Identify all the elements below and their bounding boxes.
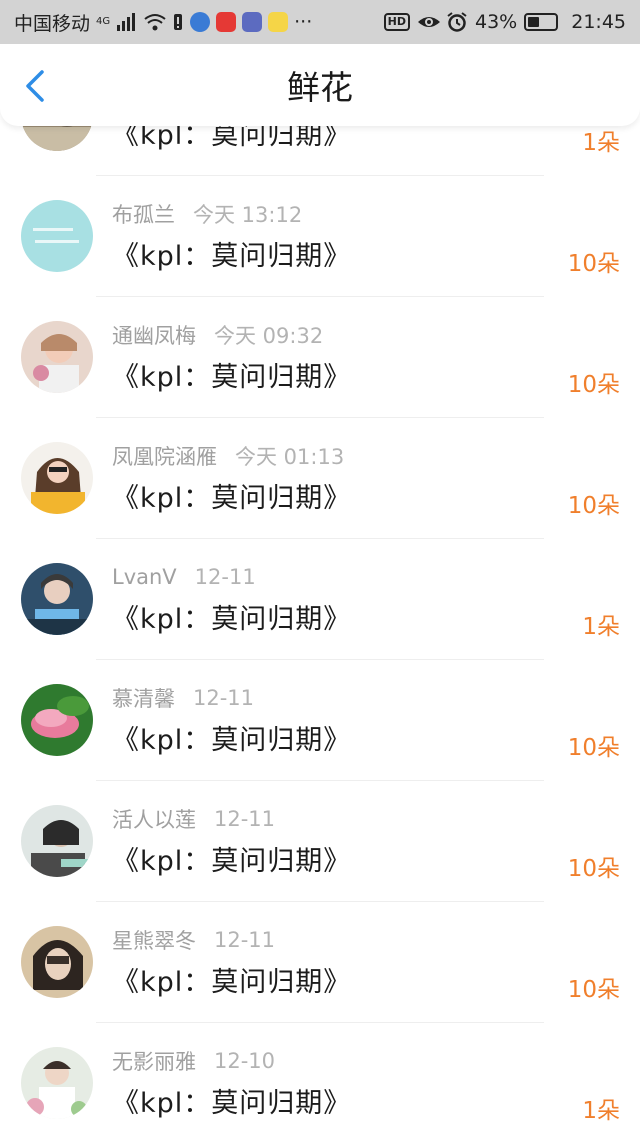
gift-title: 《kpl：莫问归期》 <box>112 241 352 272</box>
list-item[interactable]: 慕清馨 12-11 《kpl：莫问归期》 10朵 <box>0 660 640 781</box>
meta-line: LvanV 12-11 <box>112 561 256 593</box>
timestamp: 今天 01:13 <box>235 445 345 469</box>
meta-line: 凤凰院涵雁 今天 01:13 <box>112 440 344 472</box>
list-item[interactable]: LvanV 12-11 《kpl：莫问归期》 1朵 <box>0 539 640 660</box>
avatar[interactable] <box>21 200 93 272</box>
school-app-icon <box>242 12 263 32</box>
user-name[interactable]: 通幽凤梅 <box>112 320 196 350</box>
timestamp: 12-10 <box>214 1049 276 1073</box>
hd-badge: HD <box>383 13 410 31</box>
user-name[interactable]: 星熊翠冬 <box>112 925 196 955</box>
battery-percent: 43% <box>475 11 518 33</box>
alarm-icon <box>446 12 468 32</box>
timestamp: 12-11 <box>193 686 255 710</box>
list-item[interactable]: 布孤兰 今天 13:12 《kpl：莫问归期》 10朵 <box>0 176 640 297</box>
avatar[interactable] <box>21 926 93 998</box>
flower-count: 10朵 <box>567 735 620 761</box>
meta-line: 星熊翠冬 12-11 <box>112 924 275 956</box>
status-left: 中国移动 4G ··· <box>14 9 312 36</box>
meta-line: 通幽凤梅 今天 09:32 <box>112 319 323 351</box>
avatar[interactable] <box>21 805 93 877</box>
meta-line: 布孤兰 今天 13:12 <box>112 198 302 230</box>
timestamp: 12-11 <box>194 565 256 589</box>
timestamp: 12-11 <box>214 807 276 831</box>
meta-line: 活人以莲 12-11 <box>112 803 275 835</box>
clock-time: 21:45 <box>571 11 626 33</box>
avatar[interactable] <box>21 442 93 514</box>
wifi-icon <box>144 12 166 32</box>
eye-icon <box>417 12 440 32</box>
signal-icon <box>116 12 138 32</box>
avatar[interactable] <box>21 321 93 393</box>
gift-title: 《kpl：莫问归期》 <box>112 846 352 877</box>
app-header: 鲜花 <box>0 44 640 126</box>
flower-count: 10朵 <box>567 493 620 519</box>
page-title: 鲜花 <box>287 68 353 107</box>
avatar[interactable] <box>21 1047 93 1119</box>
flower-count: 10朵 <box>567 977 620 1003</box>
flower-count: 10朵 <box>567 856 620 882</box>
list-item[interactable]: 凤凰院涵雁 今天 01:13 《kpl：莫问归期》 10朵 <box>0 418 640 539</box>
user-name[interactable]: 活人以莲 <box>112 804 196 834</box>
battery-icon <box>524 13 559 31</box>
list-item[interactable]: 星熊翠冬 12-11 《kpl：莫问归期》 10朵 <box>0 902 640 1023</box>
avatar[interactable] <box>21 684 93 756</box>
avatar[interactable] <box>21 563 93 635</box>
status-bar: 中国移动 4G ··· HD 43% 21:45 <box>0 0 640 44</box>
user-name[interactable]: 凤凰院涵雁 <box>112 441 217 471</box>
list-item[interactable]: 活人以莲 12-11 《kpl：莫问归期》 10朵 <box>0 781 640 902</box>
gift-title: 《kpl：莫问归期》 <box>112 362 352 393</box>
timestamp: 今天 13:12 <box>193 203 303 227</box>
list-item[interactable]: 无影丽雅 12-10 《kpl：莫问归期》 1朵 <box>0 1023 640 1138</box>
user-name[interactable]: LvanV <box>112 565 177 589</box>
carrier-name: 中国移动 <box>14 12 91 35</box>
flower-count: 1朵 <box>582 1098 620 1124</box>
more-notifications-icon: ··· <box>294 11 313 33</box>
user-name[interactable]: 无影丽雅 <box>112 1046 196 1076</box>
list-item[interactable]: 通幽凤梅 今天 09:32 《kpl：莫问归期》 10朵 <box>0 297 640 418</box>
network-type: 4G <box>96 15 111 27</box>
flower-count: 10朵 <box>567 372 620 398</box>
gift-title: 《kpl：莫问归期》 <box>112 604 352 635</box>
user-name[interactable]: 布孤兰 <box>112 199 175 229</box>
gift-title: 《kpl：莫问归期》 <box>112 725 352 756</box>
battery-fill <box>528 17 540 27</box>
gift-title: 《kpl：莫问归期》 <box>112 967 352 998</box>
music-app-icon <box>190 12 211 32</box>
gift-title: 《kpl：莫问归期》 <box>112 1088 352 1119</box>
alert-icon <box>172 12 184 32</box>
timestamp: 今天 09:32 <box>214 324 324 348</box>
user-name[interactable]: 慕清馨 <box>112 683 175 713</box>
flower-gift-list[interactable]: 《kpl：莫问归期》 1朵 布孤兰 今天 13:12 《kpl：莫问归期》 10… <box>0 0 640 1138</box>
flower-count: 10朵 <box>567 251 620 277</box>
meta-line: 慕清馨 12-11 <box>112 682 254 714</box>
flower-count: 1朵 <box>582 614 620 640</box>
timestamp: 12-11 <box>214 928 276 952</box>
gift-title: 《kpl：莫问归期》 <box>112 483 352 514</box>
meta-line: 无影丽雅 12-10 <box>112 1045 275 1077</box>
shop-app-icon <box>216 12 237 32</box>
flower-count: 1朵 <box>582 130 620 156</box>
mascot-app-icon <box>268 12 289 32</box>
status-right: HD 43% 21:45 <box>383 11 626 33</box>
